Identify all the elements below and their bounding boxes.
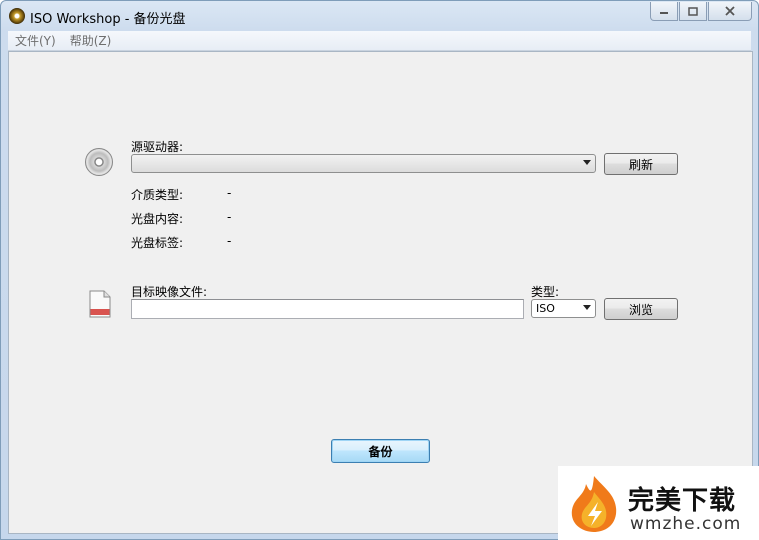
menu-bar: 文件(Y) 帮助(Z) (8, 31, 751, 51)
caption-buttons (650, 2, 752, 21)
close-button[interactable] (708, 2, 752, 21)
app-window: ISO Workshop - 备份光盘 文件(Y) 帮助(Z) 源驱动器: 刷新… (0, 0, 759, 540)
browse-button[interactable]: 浏览 (604, 298, 678, 320)
backup-panel: 源驱动器: 刷新 介质类型: - 光盘内容: - 光盘标签: - 目标映像文件:… (8, 51, 753, 534)
image-type-select[interactable]: ISO (531, 299, 596, 318)
disc-label-value: - (227, 234, 232, 248)
chevron-down-icon (583, 160, 591, 165)
disc-content-value: - (227, 210, 232, 224)
app-icon[interactable] (9, 8, 25, 24)
type-label: 类型: (531, 285, 560, 299)
source-drive-select[interactable] (131, 154, 596, 173)
maximize-icon (688, 6, 698, 16)
image-file-icon (89, 290, 111, 318)
backup-button[interactable]: 备份 (331, 439, 430, 463)
watermark-title: 完美下载 (628, 486, 737, 516)
title-bar[interactable]: ISO Workshop - 备份光盘 (1, 1, 758, 31)
watermark-url: wmzhe.com (630, 514, 742, 534)
maximize-button[interactable] (679, 2, 707, 21)
source-drive-label: 源驱动器: (131, 140, 184, 154)
disc-label-label: 光盘标签: (131, 236, 184, 250)
disc-icon (85, 148, 113, 176)
target-file-label: 目标映像文件: (131, 285, 208, 299)
close-icon (725, 6, 735, 16)
minimize-button[interactable] (650, 2, 678, 21)
window-title: ISO Workshop - 备份光盘 (30, 12, 186, 27)
disc-content-label: 光盘内容: (131, 212, 184, 226)
target-file-input[interactable] (131, 299, 524, 319)
chevron-down-icon (583, 305, 591, 310)
menu-file[interactable]: 文件(Y) (8, 32, 63, 49)
menu-help[interactable]: 帮助(Z) (63, 32, 119, 49)
watermark: 完美下载 wmzhe.com (558, 466, 759, 540)
media-type-value: - (227, 186, 232, 200)
image-type-value: ISO (536, 302, 555, 315)
minimize-icon (660, 12, 668, 14)
refresh-button[interactable]: 刷新 (604, 153, 678, 175)
media-type-label: 介质类型: (131, 188, 184, 202)
flame-logo-icon (571, 476, 617, 532)
